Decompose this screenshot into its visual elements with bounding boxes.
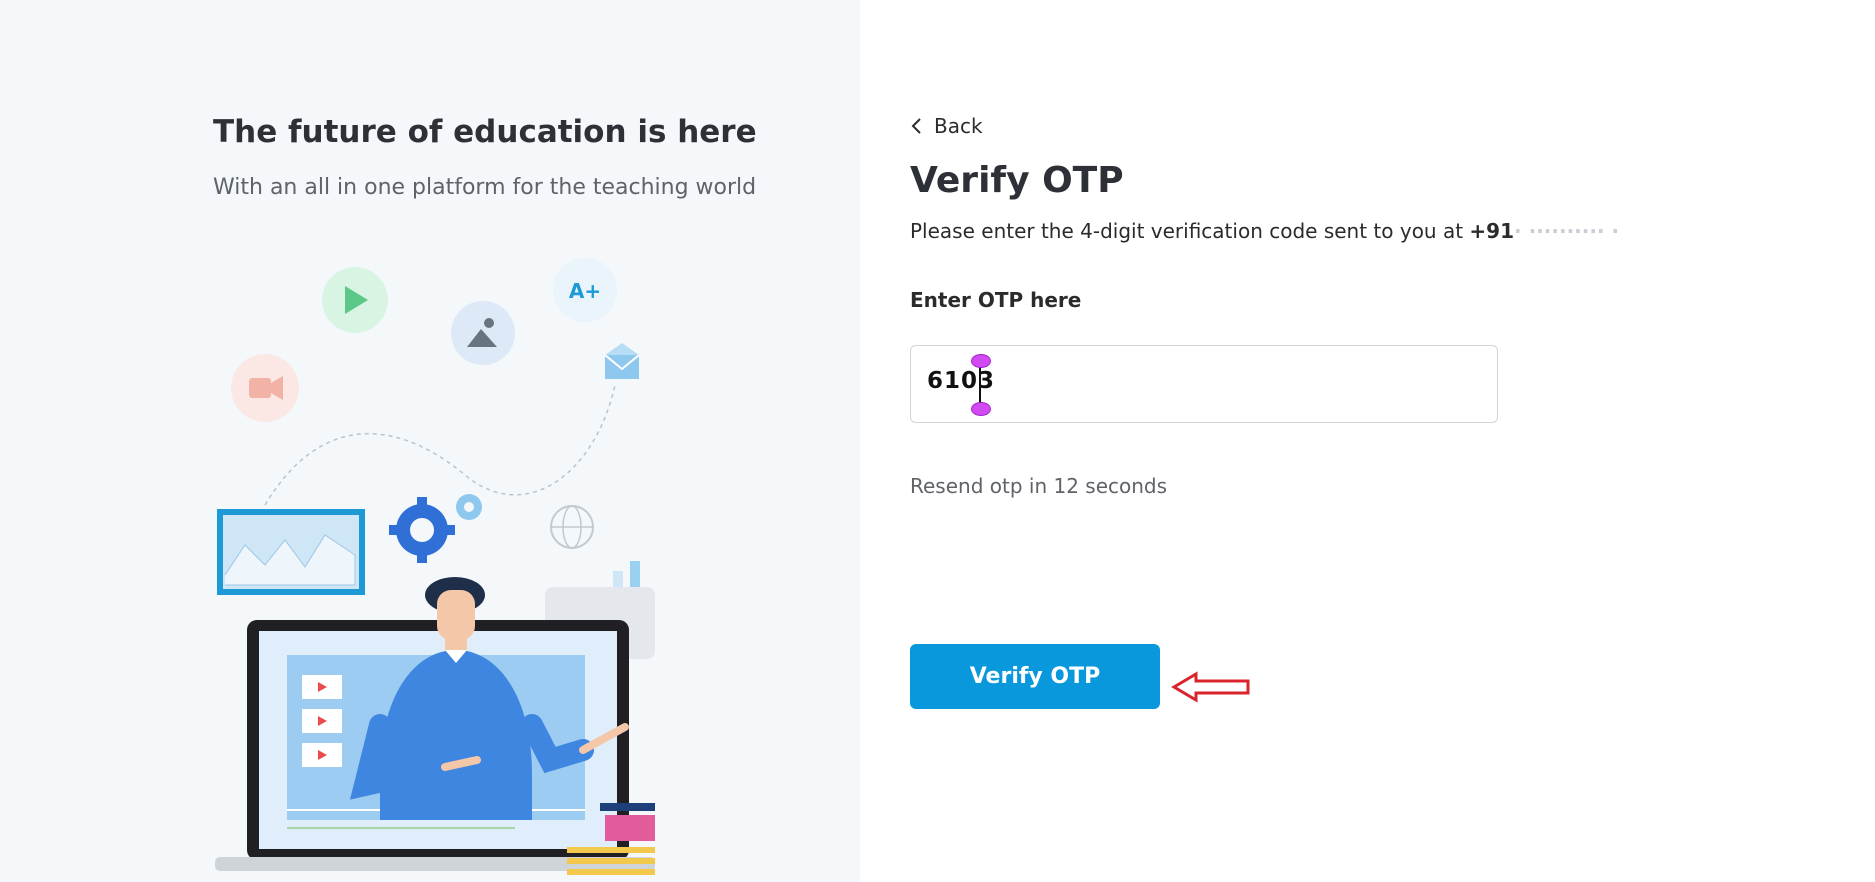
annotation-arrow-icon: [1171, 671, 1250, 703]
phone-number-masked: · ·········· ·: [1514, 219, 1620, 243]
otp-label: Enter OTP here: [910, 288, 1082, 312]
verify-otp-button[interactable]: Verify OTP: [910, 644, 1160, 709]
chart-panel-graphic: [217, 509, 365, 595]
back-link[interactable]: Back: [910, 114, 983, 138]
back-label: Back: [934, 114, 983, 138]
envelope-icon: [604, 343, 640, 379]
text-cursor: [979, 364, 981, 404]
phone-prefix: +91: [1469, 219, 1515, 243]
cursor-handle-bottom[interactable]: [971, 402, 991, 416]
instruction-text: Please enter the 4-digit verification co…: [910, 219, 1619, 243]
instruction-message: Please enter the 4-digit verification co…: [910, 219, 1470, 243]
right-panel: [860, 0, 1875, 882]
education-illustration: A+: [215, 258, 655, 875]
otp-value: 6103: [927, 368, 996, 394]
video-camera-icon: [231, 354, 299, 422]
gear-icon: [389, 497, 455, 563]
small-gear-icon: [456, 494, 482, 520]
chevron-left-icon: [911, 118, 921, 134]
hero-subtitle: With an all in one platform for the teac…: [213, 175, 757, 200]
otp-input[interactable]: 6103: [910, 345, 1498, 423]
svg-text:A+: A+: [569, 279, 601, 303]
left-panel: The future of education is here With an …: [0, 0, 860, 882]
cursor-handle-top[interactable]: [971, 354, 991, 368]
hero-title: The future of education is here: [213, 114, 757, 150]
page-title: Verify OTP: [910, 160, 1124, 201]
resend-timer-text: Resend otp in 12 seconds: [910, 474, 1168, 498]
image-icon: [451, 301, 515, 365]
play-icon: [322, 267, 388, 333]
grade-badge-icon: A+: [553, 258, 617, 322]
globe-icon: [550, 505, 594, 549]
